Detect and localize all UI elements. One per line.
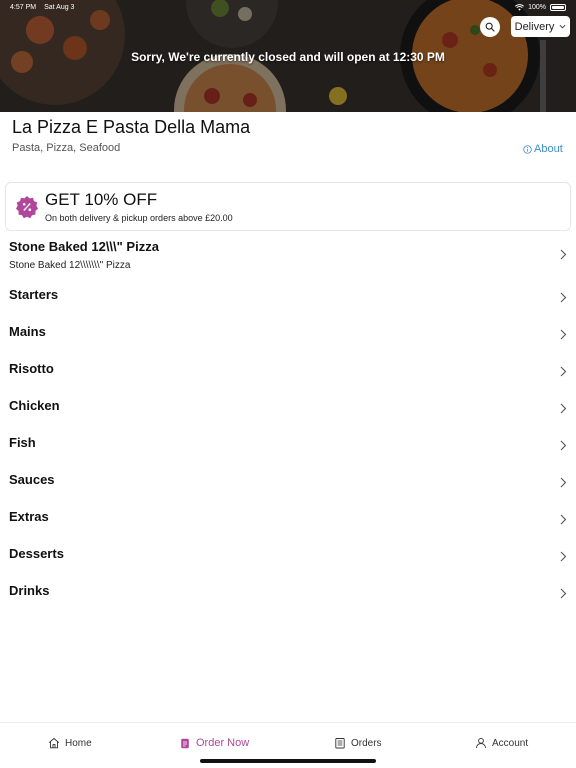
- discount-badge-icon: [16, 196, 38, 219]
- nav-home-label: Home: [65, 737, 92, 749]
- chevron-down-icon: [559, 24, 566, 29]
- chevron-right-icon: [560, 403, 567, 414]
- nav-account-label: Account: [492, 737, 529, 749]
- chevron-right-icon: [560, 440, 567, 451]
- status-date: Sat Aug 3: [44, 3, 75, 11]
- delivery-mode-label: Delivery: [514, 20, 555, 33]
- chevron-right-icon: [560, 292, 567, 303]
- receipt-icon: [335, 738, 345, 749]
- category-label: Fish: [9, 435, 36, 450]
- hero-banner: 4:57 PM Sat Aug 3 100% Sorry, We're curr…: [0, 0, 576, 112]
- restaurant-name: La Pizza E Pasta Della Mama: [12, 117, 251, 137]
- category-extras[interactable]: Extras: [0, 500, 576, 537]
- about-label: About: [534, 143, 563, 155]
- home-indicator: [200, 759, 376, 763]
- category-desserts[interactable]: Desserts: [0, 537, 576, 574]
- chevron-right-icon: [560, 514, 567, 525]
- category-mains[interactable]: Mains: [0, 315, 576, 352]
- search-icon: [485, 22, 495, 32]
- status-bar: 4:57 PM Sat Aug 3 100%: [0, 0, 576, 14]
- nav-orders[interactable]: Orders: [334, 737, 382, 749]
- nav-home[interactable]: Home: [48, 737, 92, 749]
- chevron-right-icon: [560, 477, 567, 488]
- status-time: 4:57 PM: [10, 3, 37, 11]
- search-button[interactable]: [480, 17, 500, 37]
- promo-subtitle: On both delivery & pickup orders above £…: [45, 213, 233, 223]
- category-label: Drinks: [9, 583, 50, 598]
- order-bag-icon: [181, 738, 189, 749]
- category-label: Stone Baked 12\\\" Pizza: [9, 239, 159, 254]
- category-risotto[interactable]: Risotto: [0, 352, 576, 389]
- menu-category-list: Stone Baked 12\\\" Pizza Stone Baked 12\…: [0, 233, 576, 611]
- category-chicken[interactable]: Chicken: [0, 389, 576, 426]
- promo-title: GET 10% OFF: [45, 190, 158, 209]
- chevron-right-icon: [560, 551, 567, 562]
- nav-orders-label: Orders: [351, 737, 382, 749]
- nav-order-now-label: Order Now: [196, 737, 250, 749]
- category-starters[interactable]: Starters: [0, 278, 576, 315]
- category-label: Mains: [9, 324, 46, 339]
- closed-message: Sorry, We're currently closed and will o…: [131, 50, 445, 64]
- category-fish[interactable]: Fish: [0, 426, 576, 463]
- category-label: Risotto: [9, 361, 54, 376]
- category-label: Desserts: [9, 546, 64, 561]
- chevron-right-icon: [560, 588, 567, 599]
- nav-order-now[interactable]: Order Now: [179, 737, 249, 749]
- delivery-mode-dropdown[interactable]: Delivery: [511, 16, 570, 37]
- wifi-icon: [515, 3, 525, 11]
- category-label: Starters: [9, 287, 59, 302]
- chevron-right-icon: [560, 329, 567, 340]
- category-stone-baked-pizza[interactable]: Stone Baked 12\\\" Pizza Stone Baked 12\…: [0, 233, 576, 278]
- category-drinks[interactable]: Drinks: [0, 574, 576, 611]
- user-icon: [476, 737, 486, 749]
- restaurant-cuisines: Pasta, Pizza, Seafood: [12, 142, 121, 154]
- chevron-right-icon: [560, 249, 567, 260]
- chevron-right-icon: [560, 366, 567, 377]
- category-label: Extras: [9, 509, 49, 524]
- about-link[interactable]: About: [523, 143, 563, 155]
- home-icon: [48, 737, 60, 749]
- battery-percent: 100%: [528, 3, 546, 11]
- promo-banner[interactable]: GET 10% OFF On both delivery & pickup or…: [5, 182, 571, 231]
- category-description: Stone Baked 12\\\\\\\" Pizza: [9, 260, 131, 271]
- info-icon: [523, 144, 532, 154]
- category-label: Chicken: [9, 398, 60, 413]
- category-sauces[interactable]: Sauces: [0, 463, 576, 500]
- battery-icon: [550, 3, 566, 11]
- category-label: Sauces: [9, 472, 55, 487]
- nav-account[interactable]: Account: [475, 737, 528, 749]
